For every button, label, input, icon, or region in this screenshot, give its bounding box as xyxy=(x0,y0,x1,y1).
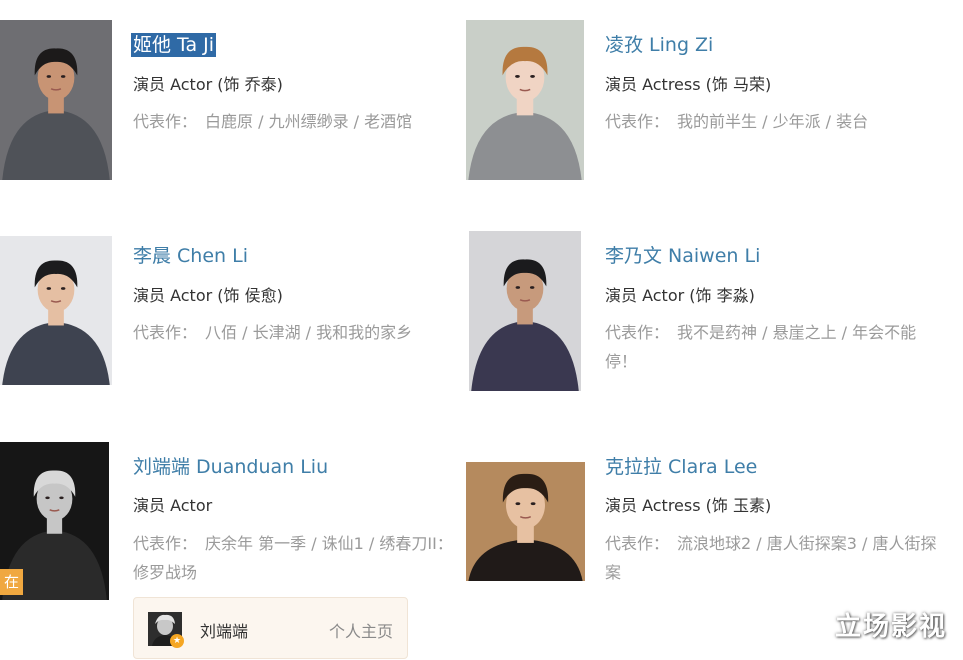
actor-photo[interactable] xyxy=(466,20,584,180)
star-icon: ★ xyxy=(170,634,184,648)
actor-name-link[interactable]: 姬他 Ta Ji xyxy=(131,33,217,57)
works-label: 代表作： xyxy=(133,323,198,342)
works-list: 八佰 / 长津湖 / 我和我的家乡 xyxy=(205,323,413,342)
actor-works: 代表作： 我不是药神 / 悬崖之上 / 年会不能停！ xyxy=(605,318,937,376)
actor-works: 代表作： 流浪地球2 / 唐人街探案3 / 唐人街探案 xyxy=(605,529,937,587)
portrait-illustration xyxy=(0,20,112,180)
actor-role: 演员 Actor (饰 李淼) xyxy=(605,286,755,305)
actor-role: 演员 Actor xyxy=(133,496,213,515)
actor-role: 演员 Actress (饰 马荣) xyxy=(605,75,772,94)
works-label: 代表作： xyxy=(133,534,198,553)
douban-badge: 在豆瓣 xyxy=(0,569,24,643)
actor-photo[interactable] xyxy=(466,462,585,581)
works-label: 代表作： xyxy=(605,323,670,342)
actor-role: 演员 Actress (饰 玉素) xyxy=(605,496,772,515)
watermark: 立场影视 xyxy=(834,612,947,642)
actor-name-link[interactable]: 李晨 Chen Li xyxy=(133,244,248,268)
actor-works: 代表作： 白鹿原 / 九州缥缈录 / 老酒馆 xyxy=(133,107,453,136)
actor-name-link[interactable]: 凌孜 Ling Zi xyxy=(605,33,713,57)
actor-photo[interactable] xyxy=(0,236,112,385)
portrait-illustration xyxy=(469,231,581,391)
portrait-illustration xyxy=(466,462,585,581)
actor-works: 代表作： 庆余年 第一季 / 诛仙1 / 绣春刀II：修罗战场 xyxy=(133,529,461,587)
actor-name-link[interactable]: 克拉拉 Clara Lee xyxy=(605,455,757,479)
actor-works: 代表作： 我的前半生 / 少年派 / 装台 xyxy=(605,107,935,136)
works-label: 代表作： xyxy=(133,112,198,131)
actor-name-link[interactable]: 刘端端 Duanduan Liu xyxy=(133,455,328,479)
profile-card[interactable]: ★ 刘端端 个人主页 xyxy=(133,597,408,659)
works-list: 白鹿原 / 九州缥缈录 / 老酒馆 xyxy=(205,112,413,131)
works-list: 我的前半生 / 少年派 / 装台 xyxy=(677,112,869,131)
portrait-illustration xyxy=(0,236,112,385)
actor-works: 代表作： 八佰 / 长津湖 / 我和我的家乡 xyxy=(133,318,453,347)
works-label: 代表作： xyxy=(605,534,670,553)
actor-role: 演员 Actor (饰 乔泰) xyxy=(133,75,283,94)
actor-role: 演员 Actor (饰 侯愈) xyxy=(133,286,283,305)
profile-homepage-link[interactable]: 个人主页 xyxy=(329,618,393,642)
actor-name-link[interactable]: 李乃文 Naiwen Li xyxy=(605,244,760,268)
profile-name: 刘端端 xyxy=(200,622,249,641)
actor-photo[interactable] xyxy=(0,20,112,180)
actor-photo[interactable] xyxy=(469,231,581,391)
works-label: 代表作： xyxy=(605,112,670,131)
portrait-illustration xyxy=(466,20,584,180)
